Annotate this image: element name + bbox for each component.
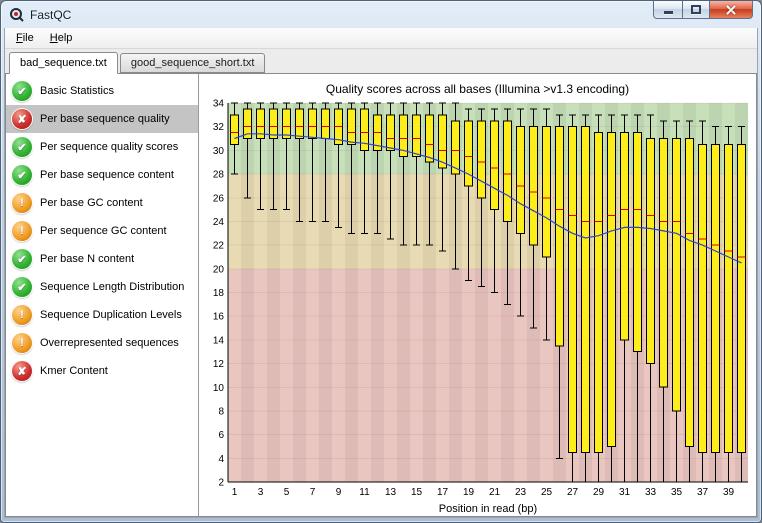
svg-text:12: 12: [212, 359, 224, 370]
svg-text:7: 7: [309, 487, 315, 498]
svg-text:9: 9: [335, 487, 341, 498]
sidebar-item-sequence-duplication-levels[interactable]: ! Sequence Duplication Levels: [6, 301, 198, 329]
maximize-button[interactable]: [682, 1, 710, 19]
svg-text:17: 17: [436, 487, 448, 498]
fail-cross-icon: ✘: [12, 109, 32, 129]
tab-bad-sequence[interactable]: bad_sequence.txt: [9, 52, 118, 74]
window-body: File Help bad_sequence.txt good_sequence…: [1, 28, 761, 521]
svg-text:27: 27: [566, 487, 578, 498]
svg-text:33: 33: [644, 487, 656, 498]
svg-text:1: 1: [231, 487, 237, 498]
quality-boxplot-svg: 2468101214161820222426283032341 3 5 7 9 11 13 1…: [212, 99, 748, 515]
svg-text:4: 4: [218, 454, 224, 465]
maximize-icon: [691, 5, 701, 14]
warn-exclamation-icon: !: [12, 305, 32, 325]
sidebar-item-per-base-sequence-quality[interactable]: ✘ Per base sequence quality: [6, 105, 198, 133]
sidebar-item-overrepresented-sequences[interactable]: ! Overrepresented sequences: [6, 329, 198, 357]
sidebar-item-label: Per sequence quality scores: [40, 141, 179, 153]
pass-check-icon: ✔: [12, 137, 32, 157]
svg-text:31: 31: [618, 487, 630, 498]
sidebar-item-label: Per base sequence content: [40, 169, 174, 181]
sidebar-item-basic-statistics[interactable]: ✔ Basic Statistics: [6, 77, 198, 105]
sidebar-item-label: Sequence Duplication Levels: [40, 309, 182, 321]
svg-text:28: 28: [212, 170, 224, 181]
svg-text:6: 6: [218, 430, 224, 441]
svg-text:8: 8: [218, 406, 224, 417]
sidebar-item-per-sequence-quality-scores[interactable]: ✔ Per sequence quality scores: [6, 133, 198, 161]
menu-bar: File Help: [5, 28, 757, 49]
minimize-button[interactable]: [653, 1, 683, 19]
sidebar-item-per-base-n-content[interactable]: ✔ Per base N content: [6, 245, 198, 273]
svg-text:32: 32: [212, 122, 224, 133]
chart-area: Quality scores across all bases (Illumin…: [199, 74, 756, 516]
sidebar-item-per-sequence-gc-content[interactable]: ! Per sequence GC content: [6, 217, 198, 245]
pass-check-icon: ✔: [12, 249, 32, 269]
sidebar-item-label: Basic Statistics: [40, 85, 114, 97]
svg-text:15: 15: [410, 487, 422, 498]
sidebar-item-sequence-length-distribution[interactable]: ✔ Sequence Length Distribution: [6, 273, 198, 301]
app-frame: File Help bad_sequence.txt good_sequence…: [4, 28, 758, 518]
fastqc-logo-icon: [9, 7, 25, 23]
svg-text:22: 22: [212, 241, 224, 252]
sidebar-item-label: Kmer Content: [40, 365, 108, 377]
svg-text:14: 14: [212, 335, 224, 346]
svg-text:35: 35: [670, 487, 682, 498]
svg-text:18: 18: [212, 288, 224, 299]
warn-exclamation-icon: !: [12, 221, 32, 241]
fail-cross-icon: ✘: [12, 361, 32, 381]
svg-text:25: 25: [540, 487, 552, 498]
svg-text:29: 29: [592, 487, 604, 498]
window-title: FastQC: [30, 7, 72, 22]
window-controls: [653, 1, 753, 19]
sidebar-item-kmer-content[interactable]: ✘ Kmer Content: [6, 357, 198, 385]
quality-boxplot-chart: 2 4 6 8 10 12 14 16 18 20 22 24 26 28 30 32 34 1 3 5 7 9 11 13 1…: [201, 98, 755, 516]
svg-text:13: 13: [384, 487, 396, 498]
svg-text:34: 34: [212, 99, 224, 110]
warn-exclamation-icon: !: [12, 193, 32, 213]
sidebar-item-label: Per base GC content: [40, 197, 143, 209]
sidebar-item-label: Sequence Length Distribution: [40, 281, 185, 293]
svg-text:37: 37: [696, 487, 708, 498]
sidebar-item-label: Per base sequence quality: [40, 113, 170, 125]
sidebar-item-per-base-sequence-content[interactable]: ✔ Per base sequence content: [6, 161, 198, 189]
svg-text:10: 10: [212, 383, 224, 394]
sidebar-item-label: Per base N content: [40, 253, 135, 265]
fastqc-window: FastQC File Help bad_sequence.txt good_s…: [0, 0, 762, 523]
sidebar-item-label: Overrepresented sequences: [40, 337, 179, 349]
svg-text:11: 11: [359, 487, 370, 498]
report-panel: ✔ Basic Statistics ✘ Per base sequence qual…: [5, 73, 757, 517]
title-bar: FastQC: [1, 1, 761, 28]
sidebar-item-per-base-gc-content[interactable]: ! Per base GC content: [6, 189, 198, 217]
svg-text:20: 20: [212, 264, 224, 275]
svg-text:23: 23: [514, 487, 526, 498]
svg-text:24: 24: [212, 217, 224, 228]
close-icon: [725, 4, 737, 16]
svg-text:19: 19: [462, 487, 474, 498]
pass-check-icon: ✔: [12, 277, 32, 297]
chart-title: Quality scores across all bases (Illumin…: [325, 82, 630, 96]
menu-item-file[interactable]: File: [8, 29, 42, 47]
svg-text:5: 5: [283, 487, 289, 498]
sidebar: ✔ Basic Statistics ✘ Per base sequence qual…: [6, 74, 199, 516]
close-button[interactable]: [709, 1, 753, 19]
svg-text:21: 21: [488, 487, 500, 498]
svg-text:30: 30: [212, 146, 224, 157]
svg-text:2: 2: [218, 478, 224, 489]
svg-text:26: 26: [212, 193, 224, 204]
tab-good-sequence-short[interactable]: good_sequence_short.txt: [119, 53, 266, 73]
pass-check-icon: ✔: [12, 165, 32, 185]
minimize-icon: [663, 11, 673, 14]
tab-bar: bad_sequence.txt good_sequence_short.txt: [5, 49, 757, 74]
svg-text:Position in read (bp): Position in read (bp): [438, 503, 536, 515]
pass-check-icon: ✔: [12, 81, 32, 101]
svg-text:39: 39: [722, 487, 734, 498]
menu-item-help[interactable]: Help: [42, 29, 81, 47]
sidebar-item-label: Per sequence GC content: [40, 225, 167, 237]
svg-text:3: 3: [257, 487, 263, 498]
svg-text:16: 16: [212, 312, 224, 323]
warn-exclamation-icon: !: [12, 333, 32, 353]
